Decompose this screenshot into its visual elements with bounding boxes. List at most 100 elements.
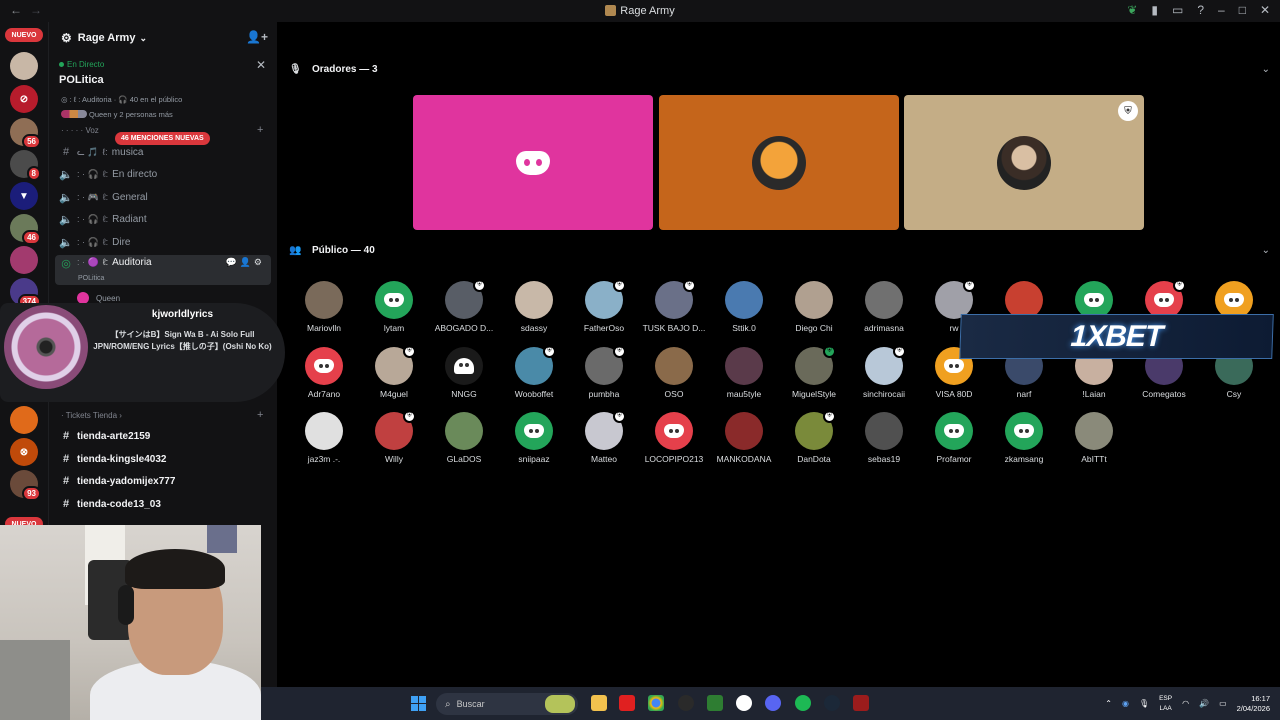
channel-ticket[interactable]: # tienda-arte2159 xyxy=(55,426,271,446)
add-channel-icon[interactable]: + xyxy=(257,409,263,421)
audience-member[interactable]: NNGG xyxy=(429,347,499,407)
new-mentions-pill[interactable]: 46 MENCIONES NUEVAS xyxy=(115,132,210,145)
channel-ticket[interactable]: # tienda-yadomijex777 xyxy=(55,471,271,491)
audience-member[interactable]: ⛨ Wooboffet xyxy=(499,345,569,407)
audience-member[interactable]: Profamor xyxy=(919,412,989,472)
speaker-tile[interactable] xyxy=(659,95,899,230)
app-icon[interactable] xyxy=(678,695,694,711)
channel-musica[interactable]: # ᓚ 🎵 ℓ: musica xyxy=(55,142,271,162)
language-indicator[interactable]: ESP LAA xyxy=(1159,694,1172,714)
audience-member[interactable]: MANKODANA xyxy=(709,412,779,472)
channel-en-directo[interactable]: 🔈: · 🎧 ℓ: En directo xyxy=(55,164,271,184)
battery-icon[interactable]: ▭ xyxy=(1219,699,1227,708)
audience-member[interactable]: ⛨ sinchirocaii xyxy=(849,345,919,407)
chrome-icon[interactable] xyxy=(648,695,664,711)
invite-icon[interactable]: 👤 xyxy=(240,257,254,267)
discord-logo-icon xyxy=(1014,424,1034,438)
inbox-icon[interactable]: ▭ xyxy=(1172,3,1183,17)
server-icon[interactable]: 56 xyxy=(10,118,41,149)
server-icon[interactable]: ⊗ xyxy=(10,438,38,466)
discord-taskbar-icon[interactable] xyxy=(765,695,781,711)
audience-member[interactable]: adrimasna xyxy=(849,281,919,341)
channel-general[interactable]: 🔈: · 🎮 ℓ: General xyxy=(55,187,271,207)
server-icon[interactable]: 374 xyxy=(10,278,41,309)
category-tickets[interactable]: · Tickets Tienda › + xyxy=(61,409,263,421)
chevron-up-icon[interactable]: ⌃ xyxy=(1105,699,1112,708)
audience-member[interactable]: GLaDOS xyxy=(429,412,499,472)
settings-gear-icon[interactable]: ⚙ xyxy=(254,257,265,267)
server-icon[interactable]: 93 xyxy=(10,470,41,501)
audience-member[interactable]: ⛨ TUSK BAJO D... xyxy=(639,279,709,341)
audience-member[interactable]: LOCOPIPO213 xyxy=(639,412,709,472)
microphone-icon[interactable]: 🎙 xyxy=(1139,699,1149,708)
speaker-tile[interactable] xyxy=(413,95,653,230)
spotify-icon[interactable] xyxy=(795,695,811,711)
audience-member[interactable]: ⛨ ABOGADO D... xyxy=(429,279,499,341)
audience-member[interactable]: Diego Chi xyxy=(779,281,849,341)
youtube-icon[interactable] xyxy=(619,695,635,711)
volume-icon[interactable]: 🔊 xyxy=(1199,699,1209,708)
audience-member[interactable]: sdassy xyxy=(499,281,569,341)
audience-member[interactable]: zkamsang xyxy=(989,412,1059,472)
moderator-badge-icon: ⛨ xyxy=(613,279,626,292)
steam-icon[interactable] xyxy=(824,695,840,711)
audience-member[interactable]: Adr7ano xyxy=(289,347,359,407)
audience-member[interactable]: ⛨ pumbha xyxy=(569,345,639,407)
audience-member[interactable]: OSO xyxy=(639,347,709,407)
tray-app-icon[interactable]: ◉ xyxy=(1122,699,1129,708)
close-icon[interactable]: ✕ xyxy=(256,58,266,72)
audience-member[interactable]: sebas19 xyxy=(849,412,919,472)
audience-member[interactable]: ⛨ MiguelStyle xyxy=(779,345,849,407)
clock[interactable]: 16:17 2/04/2026 xyxy=(1237,694,1270,714)
channel-dire[interactable]: 🔈: · 🎧 ℓ: Dire xyxy=(55,232,271,252)
audience-member[interactable]: ⛨ M4guel xyxy=(359,345,429,407)
server-icon[interactable]: ▼ xyxy=(10,182,38,210)
audience-member[interactable]: ⛨ FatherOso xyxy=(569,279,639,341)
wifi-icon[interactable]: ◠ xyxy=(1182,699,1189,708)
channel-radiant[interactable]: 🔈: · 🎧 ℓ: Radiant xyxy=(55,209,271,229)
audience-member[interactable]: AbITTt xyxy=(1059,412,1129,472)
speaker-tile[interactable]: ⛨ xyxy=(904,95,1144,230)
dota-icon[interactable] xyxy=(853,695,869,711)
invite-people-icon[interactable]: 👤+ xyxy=(246,30,268,44)
avatar xyxy=(655,347,693,385)
audience-member[interactable]: ⛨ Willy xyxy=(359,410,429,472)
minimize-button[interactable]: – xyxy=(1218,3,1225,17)
windows-start-icon[interactable] xyxy=(411,696,426,711)
audience-member[interactable]: ⛨ Matteo xyxy=(569,410,639,472)
server-icon[interactable]: ⊘ xyxy=(10,85,38,113)
category-voz[interactable]: · · · · · Voz + xyxy=(61,124,263,136)
activity-popup[interactable]: kjworldlyrics 【サインはB】Sign Wa B - Ai Solo… xyxy=(0,303,285,402)
server-icon[interactable] xyxy=(10,246,38,274)
chevron-down-icon[interactable]: ⌄ xyxy=(1262,64,1270,75)
audience-member[interactable]: lytam xyxy=(359,281,429,341)
server-icon[interactable] xyxy=(10,406,38,434)
app-icon[interactable] xyxy=(736,695,752,711)
nitro-leaf-icon[interactable]: ❦ xyxy=(1127,3,1137,17)
server-icon[interactable]: 46 xyxy=(10,214,41,245)
file-explorer-icon[interactable] xyxy=(591,695,607,711)
audience-member[interactable]: Mariovlln xyxy=(289,281,359,341)
add-channel-icon[interactable]: + xyxy=(257,124,263,136)
taskbar-search[interactable]: ⌕ Buscar xyxy=(436,693,578,715)
channel-ticket[interactable]: # tienda-kingsle4032 xyxy=(55,449,271,469)
chevron-down-icon[interactable]: ⌄ xyxy=(1262,245,1270,256)
app-icon[interactable] xyxy=(707,695,723,711)
bookmark-icon[interactable]: ▮ xyxy=(1151,3,1158,17)
server-icon[interactable]: 8 xyxy=(10,150,41,181)
audience-member[interactable]: sniipaaz xyxy=(499,412,569,472)
chat-icon[interactable]: 💬 xyxy=(225,257,239,267)
audience-member[interactable]: Sttik.0 xyxy=(709,281,779,341)
channel-auditoria[interactable]: ◎: · 🟣 ℓ: Auditoria 💬👤⚙ POLitica xyxy=(55,255,271,285)
maximize-button[interactable]: □ xyxy=(1239,3,1246,17)
channel-ticket[interactable]: # tienda-code13_03 xyxy=(55,494,271,514)
audience-member[interactable]: mau5tyle xyxy=(709,347,779,407)
server-icon[interactable] xyxy=(10,52,38,80)
help-icon[interactable]: ? xyxy=(1197,3,1204,17)
audience-member[interactable]: ⛨ DanDota xyxy=(779,410,849,472)
server-header[interactable]: ⚙ Rage Army ⌄ 👤+ xyxy=(49,22,278,54)
audience-member[interactable]: jaz3m .-. xyxy=(289,412,359,472)
search-icon: ⌕ xyxy=(445,698,451,710)
avatar xyxy=(655,412,693,450)
close-window-button[interactable]: ✕ xyxy=(1260,3,1270,17)
